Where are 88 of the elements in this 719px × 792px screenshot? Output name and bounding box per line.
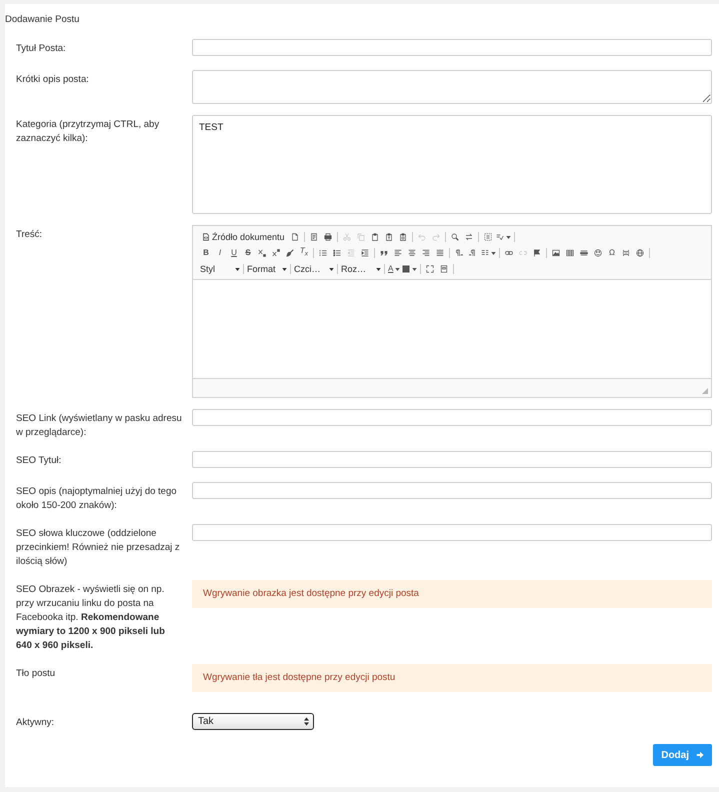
align-left-icon (394, 249, 402, 257)
caret-icon (282, 268, 287, 270)
text-input[interactable] (192, 409, 712, 426)
select-dropdown[interactable]: Tak (192, 713, 314, 730)
toolbar-dropdown[interactable]: Styl (199, 262, 241, 276)
table-icon (566, 249, 574, 257)
redo-icon (432, 233, 440, 241)
notice-message: Wgrywanie obrazka jest dostępne przy edycji posta (192, 580, 712, 608)
underline-button[interactable]: U (227, 246, 241, 260)
field-label: SEO Obrazek - wyświetli się on np. przy wrzucaniu linku do posta na Facebooka itp. Rekomendowane wymiary to 1200 x 900 pikseli lub 640 x 960 pikseli. (16, 583, 166, 653)
document-code-icon (202, 233, 210, 241)
scissors-icon (342, 233, 351, 241)
text-input[interactable] (192, 524, 712, 541)
caret-icon (376, 268, 381, 270)
printer-icon (324, 233, 332, 241)
search-icon (450, 233, 459, 241)
picture-icon (552, 249, 560, 257)
textarea-field[interactable] (192, 70, 712, 104)
document-block-icon (440, 265, 448, 273)
strikethrough-button[interactable]: S (241, 246, 255, 260)
text-input[interactable] (192, 451, 712, 468)
remove-format-button[interactable]: T$_{x}$ (297, 246, 311, 260)
page-break-icon (622, 249, 630, 257)
subscript-icon (258, 249, 266, 257)
align-center-icon (408, 249, 416, 257)
field-label: Treść: (16, 228, 42, 242)
globe-icon (636, 249, 644, 257)
source-button[interactable]: Źródło dokumentu (199, 230, 288, 244)
italic-button[interactable]: I (213, 246, 227, 260)
caret-icon (412, 268, 418, 270)
undo-icon (418, 233, 426, 241)
clipboard-square-icon (398, 233, 407, 241)
up-down-arrows-icon (304, 717, 309, 726)
swap-arrows-icon (464, 233, 473, 241)
special-character-button[interactable]: Ω (605, 246, 619, 260)
justify-icon (436, 249, 444, 257)
text-lines-icon (481, 249, 489, 257)
field-label: Aktywny: (16, 716, 54, 730)
field-label: Kategoria (przytrzymaj CTRL, aby zaznaczyć kilka): (16, 118, 160, 146)
superscript-icon (272, 249, 280, 257)
caret-icon (506, 236, 511, 238)
page-title: Dodawanie Postu (5, 13, 80, 26)
smiley-icon (594, 249, 602, 257)
lines-check-icon (496, 233, 504, 241)
paintbrush-icon (286, 249, 294, 257)
text-color-button[interactable]: A (387, 262, 402, 276)
numbered-list-icon (319, 249, 327, 257)
caret-icon (491, 252, 496, 254)
paragraph-arrow-icon (455, 249, 463, 257)
text-input[interactable] (192, 482, 712, 499)
field-label: Krótki opis posta: (16, 73, 89, 87)
arrow-right-icon (696, 751, 704, 759)
paragraph-arrow-icon (469, 249, 477, 257)
toolbar-dropdown[interactable]: Czci… (293, 262, 335, 276)
horizontal-rule-icon (580, 249, 588, 257)
bulleted-list-icon (333, 249, 341, 257)
field-label: Tło postu (16, 667, 56, 681)
toolbar-dropdown[interactable]: Format (246, 262, 288, 276)
caret-icon (329, 268, 334, 270)
flag-icon (533, 249, 541, 257)
outdent-icon (347, 249, 355, 257)
caret-icon (395, 268, 400, 270)
broken-link-icon (519, 249, 527, 257)
listbox-option[interactable]: TEST (198, 121, 224, 134)
dashed-square-icon (484, 233, 492, 241)
expand-corners-icon (426, 265, 434, 273)
page-icon (290, 233, 299, 241)
filled-square-icon (402, 265, 410, 273)
notice-message: Wgrywanie tła jest dostępne przy edycji postu (192, 664, 712, 692)
category-listbox[interactable]: TEST (192, 115, 712, 214)
toolbar-dropdown[interactable]: Roz… (340, 262, 382, 276)
field-label: Tytuł Posta: (16, 42, 66, 56)
align-right-icon (422, 249, 430, 257)
text-input[interactable] (192, 39, 712, 56)
clipboard-icon (370, 233, 379, 241)
field-label: SEO opis (najoptymalniej użyj do tego około 150-200 znaków): (16, 485, 178, 513)
copy-icon (356, 233, 365, 241)
resize-grip-icon (702, 388, 708, 394)
indent-icon (361, 249, 369, 257)
field-label: SEO Tytuł: (16, 454, 62, 468)
clipboard-text-icon (384, 233, 393, 241)
field-label: SEO Link (wyświetlany w pasku adresu w przeglądarce): (16, 412, 182, 440)
quote-marks-icon (380, 249, 388, 257)
caret-icon (235, 268, 240, 270)
chain-link-icon (505, 249, 513, 257)
bold-button[interactable]: B (199, 246, 213, 260)
document-lines-icon (310, 233, 318, 241)
field-label: SEO słowa kluczowe (oddzielone przecinkiem! Również nie przesadzaj z ilością słów) (16, 527, 181, 569)
